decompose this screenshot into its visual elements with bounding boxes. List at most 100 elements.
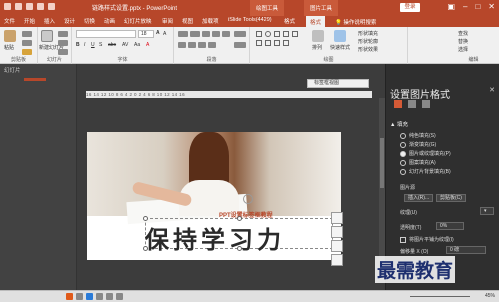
reset-icon[interactable] [58,40,68,46]
minimize-icon[interactable]: – [463,2,467,11]
shape-brace-icon[interactable] [274,40,280,46]
char-spacing-icon[interactable]: AV [122,42,128,48]
tab-file[interactable]: 文件 [4,17,15,25]
ribbon-display-icon[interactable]: ▣ [447,2,455,11]
select-button[interactable]: 选择 [458,46,468,53]
resize-handle-bl[interactable] [143,246,148,251]
filter-icon[interactable] [331,240,343,252]
zoom-level[interactable]: 45% [485,293,495,299]
insert-picture-button[interactable]: 插入(R)... [404,194,434,202]
replace-button[interactable]: 替换 [458,38,468,45]
zoom-slider[interactable] [410,296,470,297]
rotate-handle-icon[interactable] [243,194,253,204]
copy-icon[interactable] [22,40,32,46]
taskbar-app-icon-4[interactable] [96,293,103,300]
bold-icon[interactable]: B [76,42,80,48]
radio-background-fill[interactable]: 幻灯片背景填充(B) [400,168,451,175]
shape-rect-icon[interactable] [256,31,262,37]
font-name-box[interactable] [76,30,136,38]
shadow-icon[interactable]: S [99,42,102,48]
taskbar-app-icon-1[interactable] [66,293,73,300]
transparency-input[interactable]: 0% [436,222,464,230]
cut-icon[interactable] [22,31,32,37]
shape-more-icon[interactable] [283,40,289,46]
tab-slideshow[interactable]: 幻灯片放映 [124,17,152,25]
texture-picker[interactable]: ▾ [480,207,494,215]
align-text-icon[interactable] [234,42,246,48]
text-direction-icon[interactable] [234,31,246,37]
close-icon[interactable]: ✕ [488,2,495,11]
shape-outline-button[interactable]: 形状轮廓 [358,38,378,45]
tile-picture-checkbox[interactable]: 将图片平铺为纹理(I) [400,236,454,243]
numbering-icon[interactable] [190,31,200,37]
maximize-icon[interactable]: □ [475,2,480,11]
justify-icon[interactable] [208,42,216,48]
redo-icon[interactable] [26,3,33,10]
tab-design[interactable]: 设计 [64,17,75,25]
tab-review[interactable]: 审阅 [162,17,173,25]
slide-title[interactable]: 保持学习力 [145,220,285,255]
tab-transitions[interactable]: 切换 [84,17,95,25]
tag-view-toolbar[interactable]: 标签框视图 [307,79,369,88]
resize-handle-b[interactable] [237,246,242,251]
shape-callout-icon[interactable] [256,40,262,46]
decrease-indent-icon[interactable] [202,31,210,37]
tab-view[interactable]: 视图 [182,17,193,25]
section-icon[interactable] [58,49,68,55]
start-slideshow-icon[interactable] [37,3,44,10]
shape-arrow-icon[interactable] [283,31,289,37]
tab-animations[interactable]: 动画 [104,17,115,25]
effects-icon[interactable] [408,100,416,108]
increase-indent-icon[interactable] [212,31,220,37]
line-spacing-icon[interactable] [222,31,230,37]
clipboard-button[interactable]: 剪贴板(C) [436,194,466,202]
align-right-icon[interactable] [198,42,206,48]
login-button[interactable]: 登录 [400,3,420,12]
find-button[interactable]: 查找 [458,30,468,37]
fill-line-icon[interactable] [394,100,402,108]
bullets-icon[interactable] [178,31,188,37]
quick-styles-icon[interactable] [334,30,346,42]
shape-effects-button[interactable]: 形状效果 [358,46,378,53]
shape-oval-icon[interactable] [265,31,271,37]
radio-gradient-fill[interactable]: 渐变填充(G) [400,141,436,148]
taskbar-app-icon-3[interactable] [86,293,93,300]
layout-icon[interactable] [58,31,68,37]
save-icon[interactable] [4,3,11,10]
font-color-icon[interactable]: A [146,42,149,48]
undo-icon[interactable] [15,3,22,10]
radio-pattern-fill[interactable]: 图案填充(A) [400,159,436,166]
underline-icon[interactable]: U [91,42,95,48]
italic-icon[interactable]: I [84,42,85,48]
layout-options-icon[interactable] [331,212,343,224]
new-slide-icon[interactable] [41,30,53,42]
fill-section-header[interactable]: ▲ 填充 [390,120,408,128]
tab-format-picture[interactable]: 格式 [306,16,326,27]
taskbar-app-icon-5[interactable] [106,293,113,300]
shape-line-icon[interactable] [274,31,280,37]
format-painter-icon[interactable] [22,49,32,55]
tab-home[interactable]: 开始 [24,17,35,25]
taskbar-app-icon-2[interactable] [76,293,83,300]
picture-icon[interactable] [422,100,430,108]
offset-x-input[interactable]: 0 磅 [446,246,486,254]
shape-fill-button[interactable]: 形状填充 [358,30,378,37]
slide-thumbnail-1[interactable] [24,78,46,81]
tell-me-search[interactable]: 💡 操作说明搜索 [335,18,376,26]
tab-islide[interactable]: iSlide Tools(4429) [228,17,272,23]
arrange-icon[interactable] [312,30,324,42]
radio-picture-fill[interactable]: 图片或纹理填充(P) [400,150,451,157]
slide-canvas[interactable]: PPT设置标签框教程 保持学习力 [87,132,341,260]
font-shrink-icon[interactable]: A [163,31,166,37]
tab-addins[interactable]: 加载项 [202,17,219,25]
strikethrough-icon[interactable]: abc [108,42,116,48]
more-options-icon[interactable] [331,254,343,266]
align-center-icon[interactable] [188,42,196,48]
shape-star-icon[interactable] [265,40,271,46]
tab-insert[interactable]: 插入 [44,17,55,25]
resize-handle-t[interactable] [237,216,242,221]
scroll-thumb[interactable] [380,138,384,188]
tab-format-drawing[interactable]: 格式 [284,17,295,25]
style-brush-icon[interactable] [331,226,343,238]
align-left-icon[interactable] [178,42,186,48]
